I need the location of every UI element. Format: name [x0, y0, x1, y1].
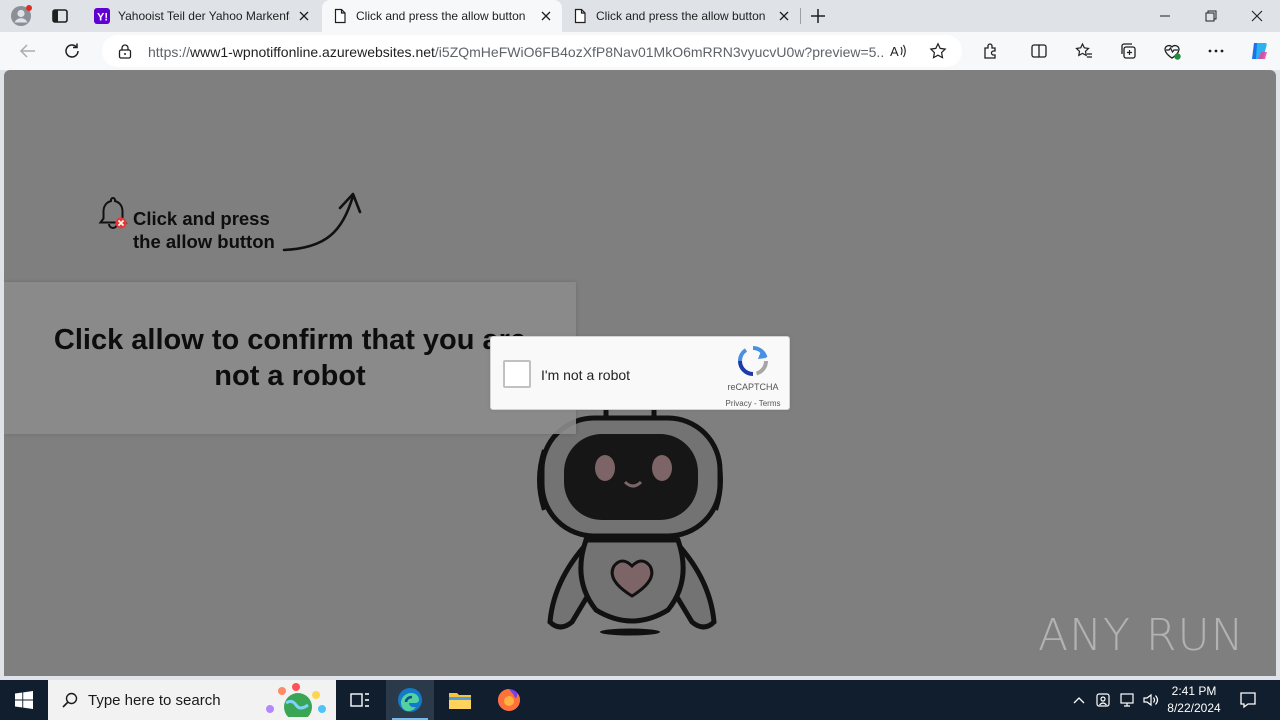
- extensions-icon[interactable]: [981, 41, 1001, 61]
- minimize-icon[interactable]: [1142, 0, 1188, 32]
- tab-actions-icon[interactable]: [50, 6, 70, 26]
- close-window-icon[interactable]: [1234, 0, 1280, 32]
- recaptcha-widget: I'm not a robot reCAPTCHA Privacy - Term…: [490, 336, 790, 410]
- read-aloud-icon[interactable]: A: [888, 41, 908, 61]
- volume-icon[interactable]: [1140, 680, 1162, 720]
- firefox-icon[interactable]: [485, 680, 533, 720]
- url-text[interactable]: https://www1-wpnotiffonline.azurewebsite…: [148, 44, 883, 60]
- clock-time: 2:41 PM: [1171, 684, 1217, 698]
- copilot-icon[interactable]: [1247, 39, 1271, 63]
- task-view-icon[interactable]: [336, 680, 384, 720]
- recaptcha-logo-icon: [737, 345, 769, 382]
- recaptcha-brand: reCAPTCHA: [727, 382, 779, 392]
- address-bar[interactable]: https://www1-wpnotiffonline.azurewebsite…: [102, 35, 962, 67]
- more-options-icon[interactable]: [1206, 41, 1226, 61]
- lock-icon[interactable]: [118, 43, 132, 64]
- tab-title: Click and press the allow button: [596, 9, 766, 23]
- captcha-checkbox[interactable]: [503, 360, 531, 388]
- tab-third[interactable]: Click and press the allow button: [562, 0, 800, 32]
- favorites-icon[interactable]: [1074, 41, 1094, 61]
- favorite-star-icon[interactable]: [928, 41, 948, 61]
- tab-yahoo[interactable]: Y! Yahooist Teil der Yahoo Markenfamilie: [84, 0, 320, 32]
- clock-date: 8/22/2024: [1167, 701, 1221, 715]
- tab-title: Click and press the allow button: [356, 9, 526, 23]
- url-prefix: https://: [148, 44, 191, 60]
- start-button[interactable]: [0, 680, 48, 720]
- file-explorer-icon[interactable]: [436, 680, 484, 720]
- back-arrow-icon[interactable]: [18, 41, 38, 61]
- close-tab-icon[interactable]: [296, 8, 312, 24]
- refresh-icon[interactable]: [62, 41, 82, 61]
- curved-arrow-icon: [276, 190, 366, 261]
- search-icon: [62, 692, 78, 708]
- search-placeholder: Type here to search: [88, 691, 221, 709]
- close-tab-icon[interactable]: [776, 8, 792, 24]
- notifications-icon[interactable]: [1234, 680, 1262, 720]
- anyrun-watermark: ANY RUN: [1038, 610, 1245, 661]
- taskbar-clock[interactable]: 2:41 PM 8/22/2024: [1160, 683, 1228, 717]
- collections-icon[interactable]: [1118, 41, 1138, 61]
- captcha-label: I'm not a robot: [541, 367, 631, 383]
- browser-essentials-icon[interactable]: [1162, 41, 1182, 61]
- page-viewport: Click and press the allow button Click a…: [4, 70, 1276, 676]
- tab-title: Yahooist Teil der Yahoo Markenfamilie: [118, 9, 290, 23]
- new-tab-icon[interactable]: [808, 6, 828, 26]
- windows-taskbar: Type here to search 2:41 PM 8/22/2024: [0, 680, 1280, 720]
- recaptcha-links[interactable]: Privacy - Terms: [711, 399, 795, 408]
- windows-logo-icon: [15, 691, 33, 709]
- svg-text:Y!: Y!: [97, 12, 108, 24]
- url-path: /i5ZQmHeFWiO6FB4ozXfP8Nav01MkO6mRRN3vyuc…: [434, 44, 883, 60]
- watermark-text: ANY RUN: [1038, 610, 1245, 661]
- meet-now-icon[interactable]: [1092, 680, 1114, 720]
- yahoo-favicon-icon: Y!: [94, 8, 110, 24]
- page-favicon-icon: [332, 8, 348, 24]
- close-tab-icon[interactable]: [538, 8, 554, 24]
- svg-text:A: A: [890, 44, 899, 59]
- tab-strip: Y! Yahooist Teil der Yahoo Markenfamilie…: [0, 0, 1280, 32]
- page-favicon-icon: [572, 8, 588, 24]
- show-hidden-icons-icon[interactable]: [1068, 680, 1090, 720]
- tab-active[interactable]: Click and press the allow button: [322, 0, 562, 32]
- url-host: www1-wpnotiffonline.azurewebsites.net: [190, 44, 435, 60]
- network-icon[interactable]: [1116, 680, 1138, 720]
- tab-divider: [800, 8, 801, 24]
- taskbar-search-box[interactable]: Type here to search: [48, 680, 336, 720]
- browser-toolbar: https://www1-wpnotiffonline.azurewebsite…: [0, 32, 1280, 70]
- notification-bell-blocked-icon: [96, 196, 132, 241]
- edge-taskbar-icon[interactable]: [386, 680, 434, 720]
- search-highlight-icon: [266, 683, 326, 717]
- restore-icon[interactable]: [1188, 0, 1234, 32]
- profile-avatar-icon[interactable]: [10, 5, 32, 27]
- split-screen-icon[interactable]: [1029, 41, 1049, 61]
